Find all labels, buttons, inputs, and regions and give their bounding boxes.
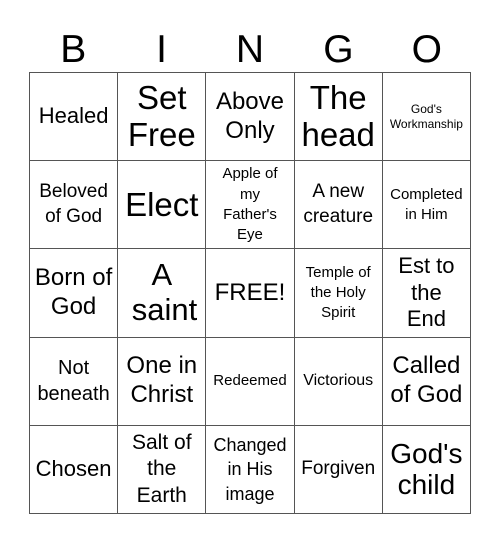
- cell-label: Forgiven: [301, 458, 376, 480]
- cell-label: Above Only: [215, 87, 285, 144]
- cell-label: Elect: [125, 185, 199, 223]
- bingo-cell[interactable]: Not beneath: [30, 337, 119, 426]
- cell-label: God's Workmanship: [389, 101, 463, 131]
- bingo-cell[interactable]: The head: [294, 73, 383, 162]
- bingo-cell[interactable]: A new creature: [294, 161, 383, 250]
- bingo-cell[interactable]: A saint: [118, 249, 207, 338]
- bingo-cell[interactable]: God's Workmanship: [382, 73, 471, 162]
- cell-label: Born of God: [34, 264, 113, 320]
- cell-label: God's child: [390, 438, 463, 501]
- cell-label: Salt of the Earth: [132, 431, 192, 507]
- cell-label: Beloved of God: [39, 181, 108, 227]
- cell-label: Redeemed: [213, 372, 287, 390]
- bingo-cell[interactable]: Born of God: [30, 249, 119, 338]
- bingo-cell[interactable]: Elect: [118, 161, 207, 250]
- bingo-cell[interactable]: Victorious: [294, 337, 383, 426]
- bingo-cell[interactable]: Beloved of God: [30, 161, 119, 250]
- cell-label: One in Christ: [126, 352, 198, 409]
- bingo-cell[interactable]: Forgiven: [294, 425, 383, 514]
- cell-label: Changed in His image: [213, 434, 287, 504]
- cell-label: A new creature: [303, 181, 374, 227]
- cell-label: Called of God: [390, 352, 463, 409]
- cell-label: Est to the End: [398, 252, 455, 332]
- cell-label: Victorious: [303, 371, 374, 389]
- bingo-cell[interactable]: Apple of my Father's Eye: [206, 161, 295, 250]
- bingo-cell[interactable]: Est to the End: [382, 249, 471, 338]
- header-letter-i: I: [156, 28, 168, 71]
- bingo-cell[interactable]: Healed: [30, 73, 119, 162]
- header-letter-o: O: [411, 28, 442, 71]
- cell-label: Chosen: [35, 455, 112, 481]
- cell-label: Temple of the Holy Spirit: [305, 263, 371, 322]
- bingo-header: B I N G O: [29, 28, 471, 72]
- bingo-cell[interactable]: Salt of the Earth: [118, 425, 207, 514]
- free-space-cell[interactable]: FREE!: [206, 249, 295, 338]
- cell-label: Healed: [38, 103, 109, 129]
- header-letter-n: N: [235, 28, 265, 71]
- cell-label: Apple of my Father's Eye: [222, 165, 278, 244]
- bingo-cell[interactable]: Temple of the Holy Spirit: [294, 249, 383, 338]
- bingo-cell[interactable]: God's child: [382, 425, 471, 514]
- cell-label: Set Free: [127, 79, 196, 153]
- bingo-cell[interactable]: Completed in Him: [382, 161, 471, 250]
- header-letter-b: B: [60, 28, 87, 71]
- header-letter-g: G: [323, 28, 354, 71]
- cell-label: Not beneath: [37, 357, 110, 406]
- bingo-cell[interactable]: Called of God: [382, 337, 471, 426]
- bingo-cell[interactable]: Chosen: [30, 425, 119, 514]
- free-space-label: FREE!: [214, 278, 286, 306]
- bingo-cell[interactable]: Above Only: [206, 73, 295, 162]
- bingo-cell[interactable]: Set Free: [118, 73, 207, 162]
- bingo-cell[interactable]: Changed in His image: [206, 425, 295, 514]
- bingo-cell[interactable]: One in Christ: [118, 337, 207, 426]
- cell-label: The head: [301, 79, 375, 153]
- bingo-cell[interactable]: Redeemed: [206, 337, 295, 426]
- cell-label: Completed in Him: [390, 185, 463, 223]
- cell-label: A saint: [131, 257, 198, 327]
- bingo-card-grid: Healed Set Free Above Only The head God'…: [29, 72, 471, 514]
